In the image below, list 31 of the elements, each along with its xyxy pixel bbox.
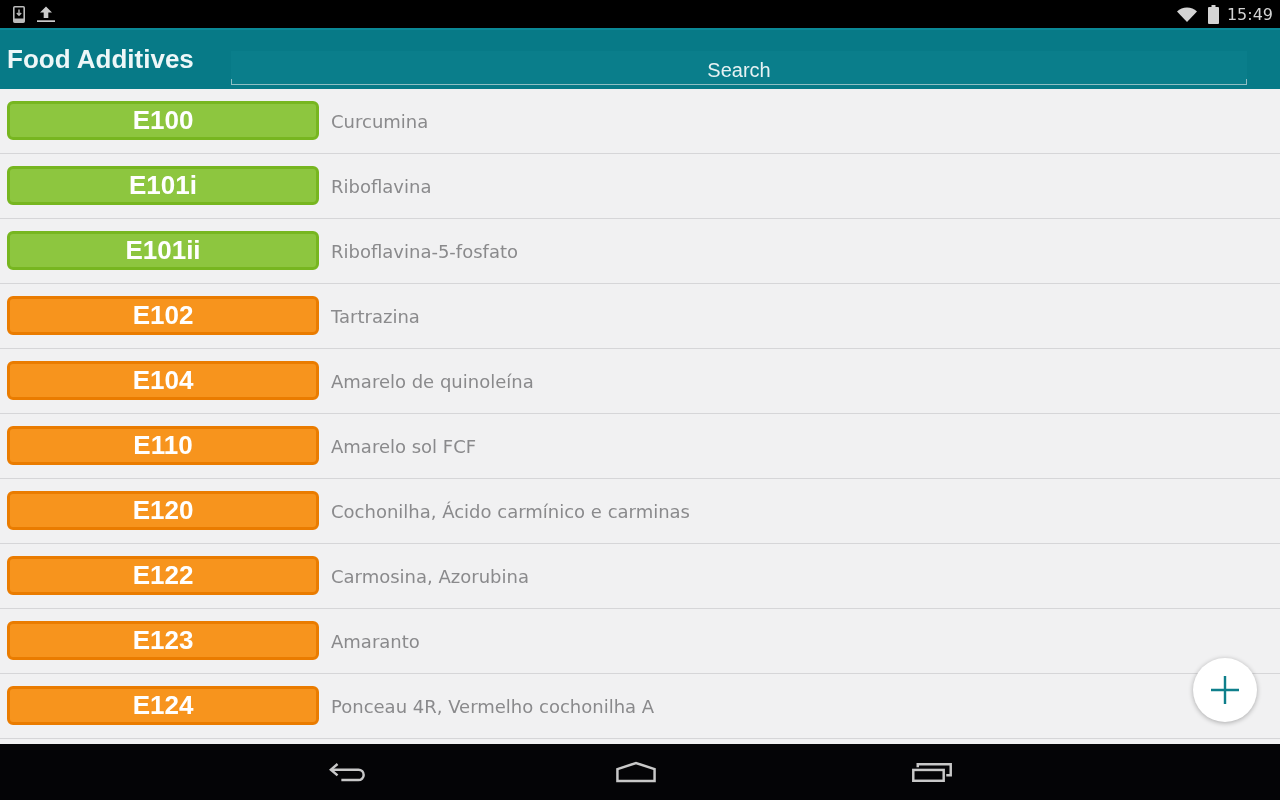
additive-code: E110 xyxy=(7,426,319,465)
additive-name: Riboflavina xyxy=(331,175,432,197)
additive-name: Carmosina, Azorubina xyxy=(331,565,529,587)
additive-name: Ponceau 4R, Vermelho cochonilha A xyxy=(331,695,655,717)
additive-code: E123 xyxy=(7,621,319,660)
battery-icon xyxy=(1207,4,1219,24)
recent-apps-icon[interactable] xyxy=(911,762,952,782)
additive-name: Tartrazina xyxy=(331,305,420,327)
additive-name: Riboflavina-5-fosfato xyxy=(331,240,518,262)
additive-name: Curcumina xyxy=(331,110,429,132)
additive-code: E101ii xyxy=(7,231,319,270)
additive-name: Amarelo sol FCF xyxy=(331,435,477,457)
upload-icon xyxy=(37,6,55,22)
additive-code: E102 xyxy=(7,296,319,335)
additive-code: E122 xyxy=(7,556,319,595)
additive-name: Cochonilha, Ácido carmínico e carminas xyxy=(331,500,690,522)
additive-code: E124 xyxy=(7,686,319,725)
additive-name: Amaranto xyxy=(331,630,420,652)
device-download-icon xyxy=(13,5,25,23)
additive-code: E100 xyxy=(7,101,319,140)
additive-code: E101i xyxy=(7,166,319,205)
search-field[interactable]: Search xyxy=(231,51,1247,85)
additive-code: E104 xyxy=(7,361,319,400)
additive-code: E120 xyxy=(7,491,319,530)
status-time: 15:49 xyxy=(1226,4,1273,24)
additive-name: Amarelo de quinoleína xyxy=(331,370,534,392)
plus-icon xyxy=(1211,676,1239,704)
back-icon[interactable] xyxy=(328,762,367,782)
home-icon[interactable] xyxy=(615,761,656,783)
app-title: Food Additives xyxy=(7,44,195,75)
wifi-icon xyxy=(1176,6,1197,22)
